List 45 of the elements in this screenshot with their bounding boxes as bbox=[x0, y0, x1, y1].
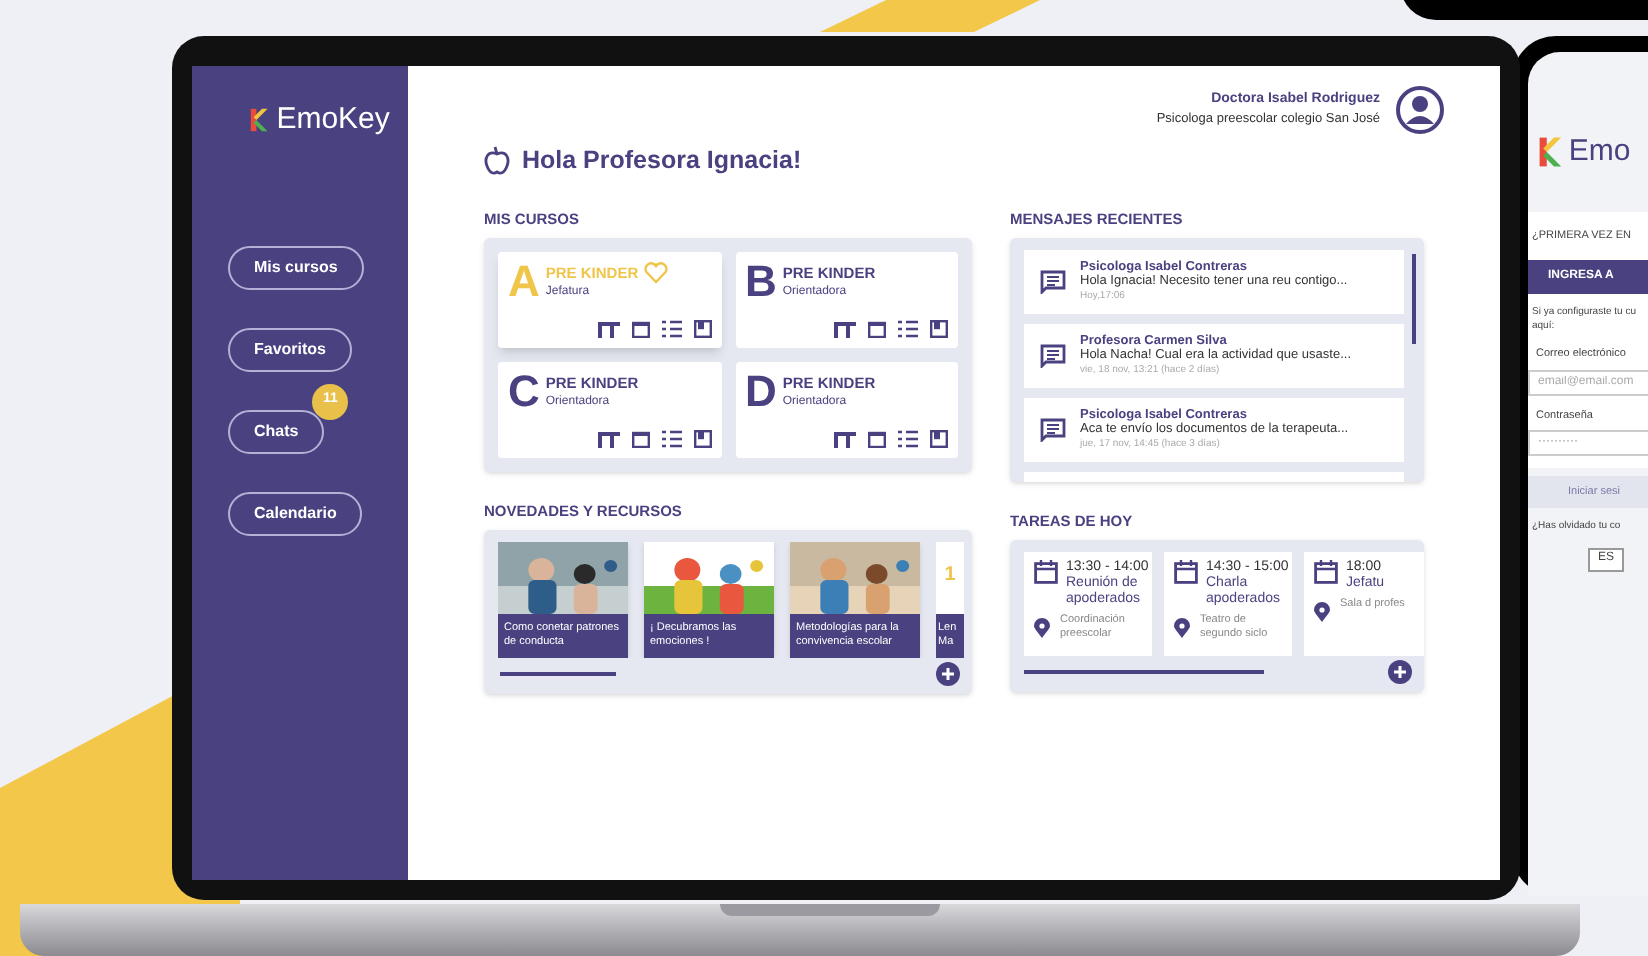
message-icon bbox=[1040, 270, 1066, 294]
scroll-bar[interactable] bbox=[1024, 670, 1264, 675]
calendar-icon bbox=[1314, 560, 1338, 585]
calendar-icon[interactable] bbox=[631, 430, 649, 448]
desk-icon[interactable] bbox=[834, 320, 856, 338]
avatar-icon[interactable] bbox=[1396, 86, 1444, 134]
add-icon[interactable] bbox=[1388, 660, 1412, 685]
calendar-icon[interactable] bbox=[868, 430, 886, 448]
logo-text: EmoKey bbox=[276, 100, 390, 140]
book-icon[interactable] bbox=[930, 430, 948, 448]
nav-button[interactable]: Mis cursos bbox=[228, 245, 364, 289]
book-icon[interactable] bbox=[930, 320, 948, 338]
calendar-icon[interactable] bbox=[868, 320, 886, 338]
book-icon[interactable] bbox=[693, 430, 711, 448]
location-pin-icon bbox=[1174, 618, 1190, 639]
checklist-icon[interactable] bbox=[661, 320, 681, 338]
location-pin-icon bbox=[1314, 602, 1330, 623]
message-icon bbox=[1040, 344, 1066, 368]
nav-button[interactable]: Calendario bbox=[228, 491, 363, 535]
nav-button[interactable]: Favoritos bbox=[228, 327, 353, 371]
message-icon bbox=[1040, 418, 1066, 442]
add-icon[interactable] bbox=[936, 662, 960, 687]
apple-icon bbox=[484, 145, 510, 176]
location-pin-icon bbox=[1034, 618, 1050, 639]
news-number: 1 bbox=[944, 562, 956, 591]
calendar-icon bbox=[1174, 560, 1198, 585]
desk-icon[interactable] bbox=[597, 430, 619, 448]
calendar-icon bbox=[1034, 560, 1058, 585]
checklist-icon[interactable] bbox=[898, 430, 918, 448]
book-icon[interactable] bbox=[693, 320, 711, 338]
course-letter: C bbox=[508, 372, 540, 412]
desk-icon[interactable] bbox=[597, 320, 619, 338]
scroll-bar[interactable] bbox=[500, 672, 616, 677]
greeting: Hola Profesora Ignacia! bbox=[522, 144, 802, 178]
calendar-icon[interactable] bbox=[631, 320, 649, 338]
scroll-bar[interactable] bbox=[1412, 254, 1416, 344]
logo-icon bbox=[248, 106, 271, 135]
checklist-icon[interactable] bbox=[898, 320, 918, 338]
desk-icon[interactable] bbox=[834, 430, 856, 448]
logo-icon bbox=[1536, 134, 1565, 170]
checklist-icon[interactable] bbox=[661, 430, 681, 448]
course-letter: A bbox=[508, 262, 540, 302]
course-letter: D bbox=[745, 372, 777, 412]
course-letter: B bbox=[745, 262, 777, 302]
logo-text: Emo bbox=[1568, 131, 1631, 172]
